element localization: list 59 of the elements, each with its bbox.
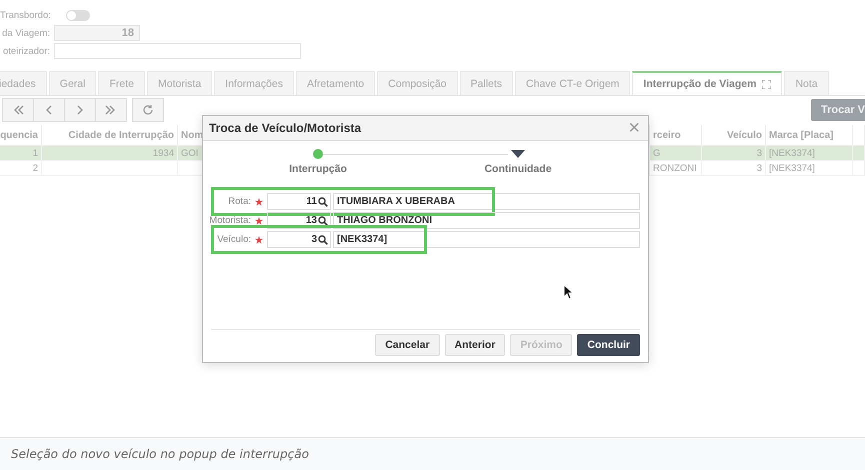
table-cell: 1934 bbox=[42, 146, 178, 161]
field-label: Transbordo: bbox=[0, 10, 50, 20]
tab[interactable]: Nota bbox=[784, 71, 829, 95]
description-field[interactable]: ITUMBIARA X UBERABA bbox=[333, 193, 640, 210]
table-cell: RONZONI bbox=[650, 161, 702, 176]
code-field[interactable]: 13 bbox=[267, 212, 331, 229]
dialog-button[interactable]: Concluir bbox=[577, 334, 640, 356]
search-icon[interactable] bbox=[318, 196, 328, 206]
table-cell: [NEK3374] bbox=[766, 146, 853, 161]
previous-button[interactable] bbox=[33, 98, 65, 122]
next-button[interactable] bbox=[64, 98, 96, 122]
refresh-button[interactable] bbox=[132, 98, 164, 122]
table-cell: 1 bbox=[0, 146, 42, 161]
step-label: Continuidade bbox=[484, 163, 552, 175]
field-label: oteirizador: bbox=[2, 46, 50, 56]
tab[interactable]: Composição bbox=[377, 71, 458, 95]
table-cell bbox=[853, 146, 865, 161]
input-field[interactable]: 18 bbox=[54, 25, 140, 41]
toggle-switch[interactable] bbox=[66, 10, 90, 20]
tab[interactable]: Geral bbox=[48, 71, 96, 95]
field-label: da Viagem: bbox=[1, 28, 50, 38]
tab[interactable]: Informações bbox=[214, 71, 294, 95]
table-cell bbox=[853, 161, 865, 176]
cursor-icon bbox=[563, 284, 574, 300]
expand-icon[interactable] bbox=[762, 80, 772, 88]
input-field[interactable] bbox=[54, 43, 301, 59]
last-page-button[interactable] bbox=[95, 98, 127, 122]
tab[interactable]: Pallets bbox=[460, 71, 514, 95]
first-page-button[interactable] bbox=[2, 98, 34, 122]
dialog-button[interactable]: Anterior bbox=[444, 334, 506, 356]
close-button[interactable]: × bbox=[628, 118, 640, 138]
dialog-button[interactable]: Cancelar bbox=[375, 334, 440, 356]
dialog-title: Troca de Veículo/Motorista bbox=[209, 121, 362, 135]
tab[interactable]: Chave CT-e Origem bbox=[515, 71, 630, 95]
tab[interactable]: Interrupção de Viagem bbox=[632, 71, 782, 95]
field-label: Motorista: bbox=[208, 215, 251, 226]
tab[interactable]: Afretamento bbox=[296, 71, 376, 95]
code-field[interactable]: 3 bbox=[267, 231, 331, 248]
table-cell: 3 bbox=[702, 146, 766, 161]
table-cell: 2 bbox=[0, 161, 42, 176]
code-field[interactable]: 11 bbox=[267, 193, 331, 210]
search-icon[interactable] bbox=[318, 216, 328, 226]
table-cell: 3 bbox=[702, 161, 766, 176]
description-field[interactable]: [NEK3374] bbox=[333, 231, 640, 248]
first-page-icon bbox=[12, 104, 24, 116]
field-label: Rota: bbox=[227, 196, 251, 207]
refresh-icon bbox=[142, 104, 154, 116]
last-page-icon bbox=[105, 104, 117, 116]
table-cell: G bbox=[650, 146, 702, 161]
tab[interactable]: iedades bbox=[0, 71, 47, 95]
table-cell: [NEK3374] bbox=[766, 161, 853, 176]
caption: Seleção do novo veículo no popup de interrupção bbox=[0, 437, 865, 470]
tab[interactable]: Frete bbox=[98, 71, 145, 95]
search-icon[interactable] bbox=[318, 234, 328, 244]
description-field[interactable]: THIAGO BRONZONI bbox=[333, 212, 640, 229]
swap-button[interactable]: Trocar V bbox=[810, 99, 865, 121]
field-label: Veículo: bbox=[216, 234, 251, 245]
step-label: Interrupção bbox=[289, 163, 347, 175]
tab[interactable]: Motorista bbox=[146, 71, 212, 95]
